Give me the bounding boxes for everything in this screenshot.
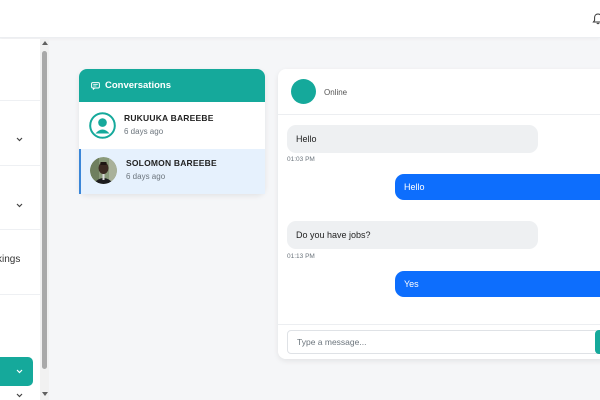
sidebar-item[interactable] (0, 101, 40, 166)
chevron-down-icon (16, 369, 23, 374)
message-outgoing: Hello (395, 174, 600, 200)
sidebar-item[interactable] (0, 166, 40, 230)
chat-panel: Online Hello 01:03 PM Hello Do you have … (278, 69, 600, 359)
message-input[interactable] (287, 330, 600, 354)
conversation-name: RUKUUKA BAREEBE (124, 113, 214, 123)
scroll-thumb[interactable] (42, 51, 47, 369)
send-button[interactable] (595, 330, 600, 354)
message-text: Do you have jobs? (296, 230, 371, 240)
user-photo-avatar (90, 157, 117, 184)
sidebar: kings (0, 39, 40, 400)
conversations-header: Conversations (79, 69, 265, 102)
message-time: 01:13 PM (287, 253, 315, 260)
contact-avatar (291, 79, 316, 104)
chevron-down-icon (16, 203, 23, 208)
message-text: Hello (296, 134, 317, 144)
conversation-item[interactable]: RUKUUKA BAREEBE 6 days ago (79, 104, 265, 149)
sidebar-item[interactable] (0, 39, 40, 101)
message-time: 01:03 PM (287, 156, 315, 163)
chevron-down-icon (16, 137, 23, 142)
conversations-title: Conversations (105, 80, 171, 91)
user-placeholder-icon (89, 112, 116, 139)
chat-header: Online (278, 69, 600, 115)
conversation-name: SOLOMON BAREEBE (126, 158, 217, 168)
sidebar-item-active[interactable] (0, 357, 33, 386)
conversation-item-active[interactable]: SOLOMON BAREEBE 6 days ago (79, 149, 265, 194)
sidebar-scrollbar[interactable] (40, 39, 49, 400)
message-text: Hello (404, 182, 425, 192)
message-text: Yes (404, 279, 419, 289)
sidebar-item-bookings[interactable]: kings (0, 230, 40, 295)
message-incoming: Do you have jobs? (287, 221, 538, 249)
message-incoming: Hello (287, 125, 538, 153)
chat-icon (91, 81, 100, 90)
contact-status: Online (324, 88, 348, 97)
conversation-time: 6 days ago (124, 127, 164, 136)
chevron-down-icon (16, 393, 23, 398)
scroll-up-arrow-icon[interactable] (42, 41, 48, 45)
message-composer (278, 324, 600, 359)
sidebar-item-label: kings (0, 254, 21, 265)
message-outgoing: Yes (395, 271, 600, 297)
top-navbar (0, 0, 600, 38)
bell-icon[interactable] (592, 13, 600, 25)
conversation-time: 6 days ago (126, 172, 166, 181)
scroll-down-arrow-icon[interactable] (42, 392, 48, 396)
